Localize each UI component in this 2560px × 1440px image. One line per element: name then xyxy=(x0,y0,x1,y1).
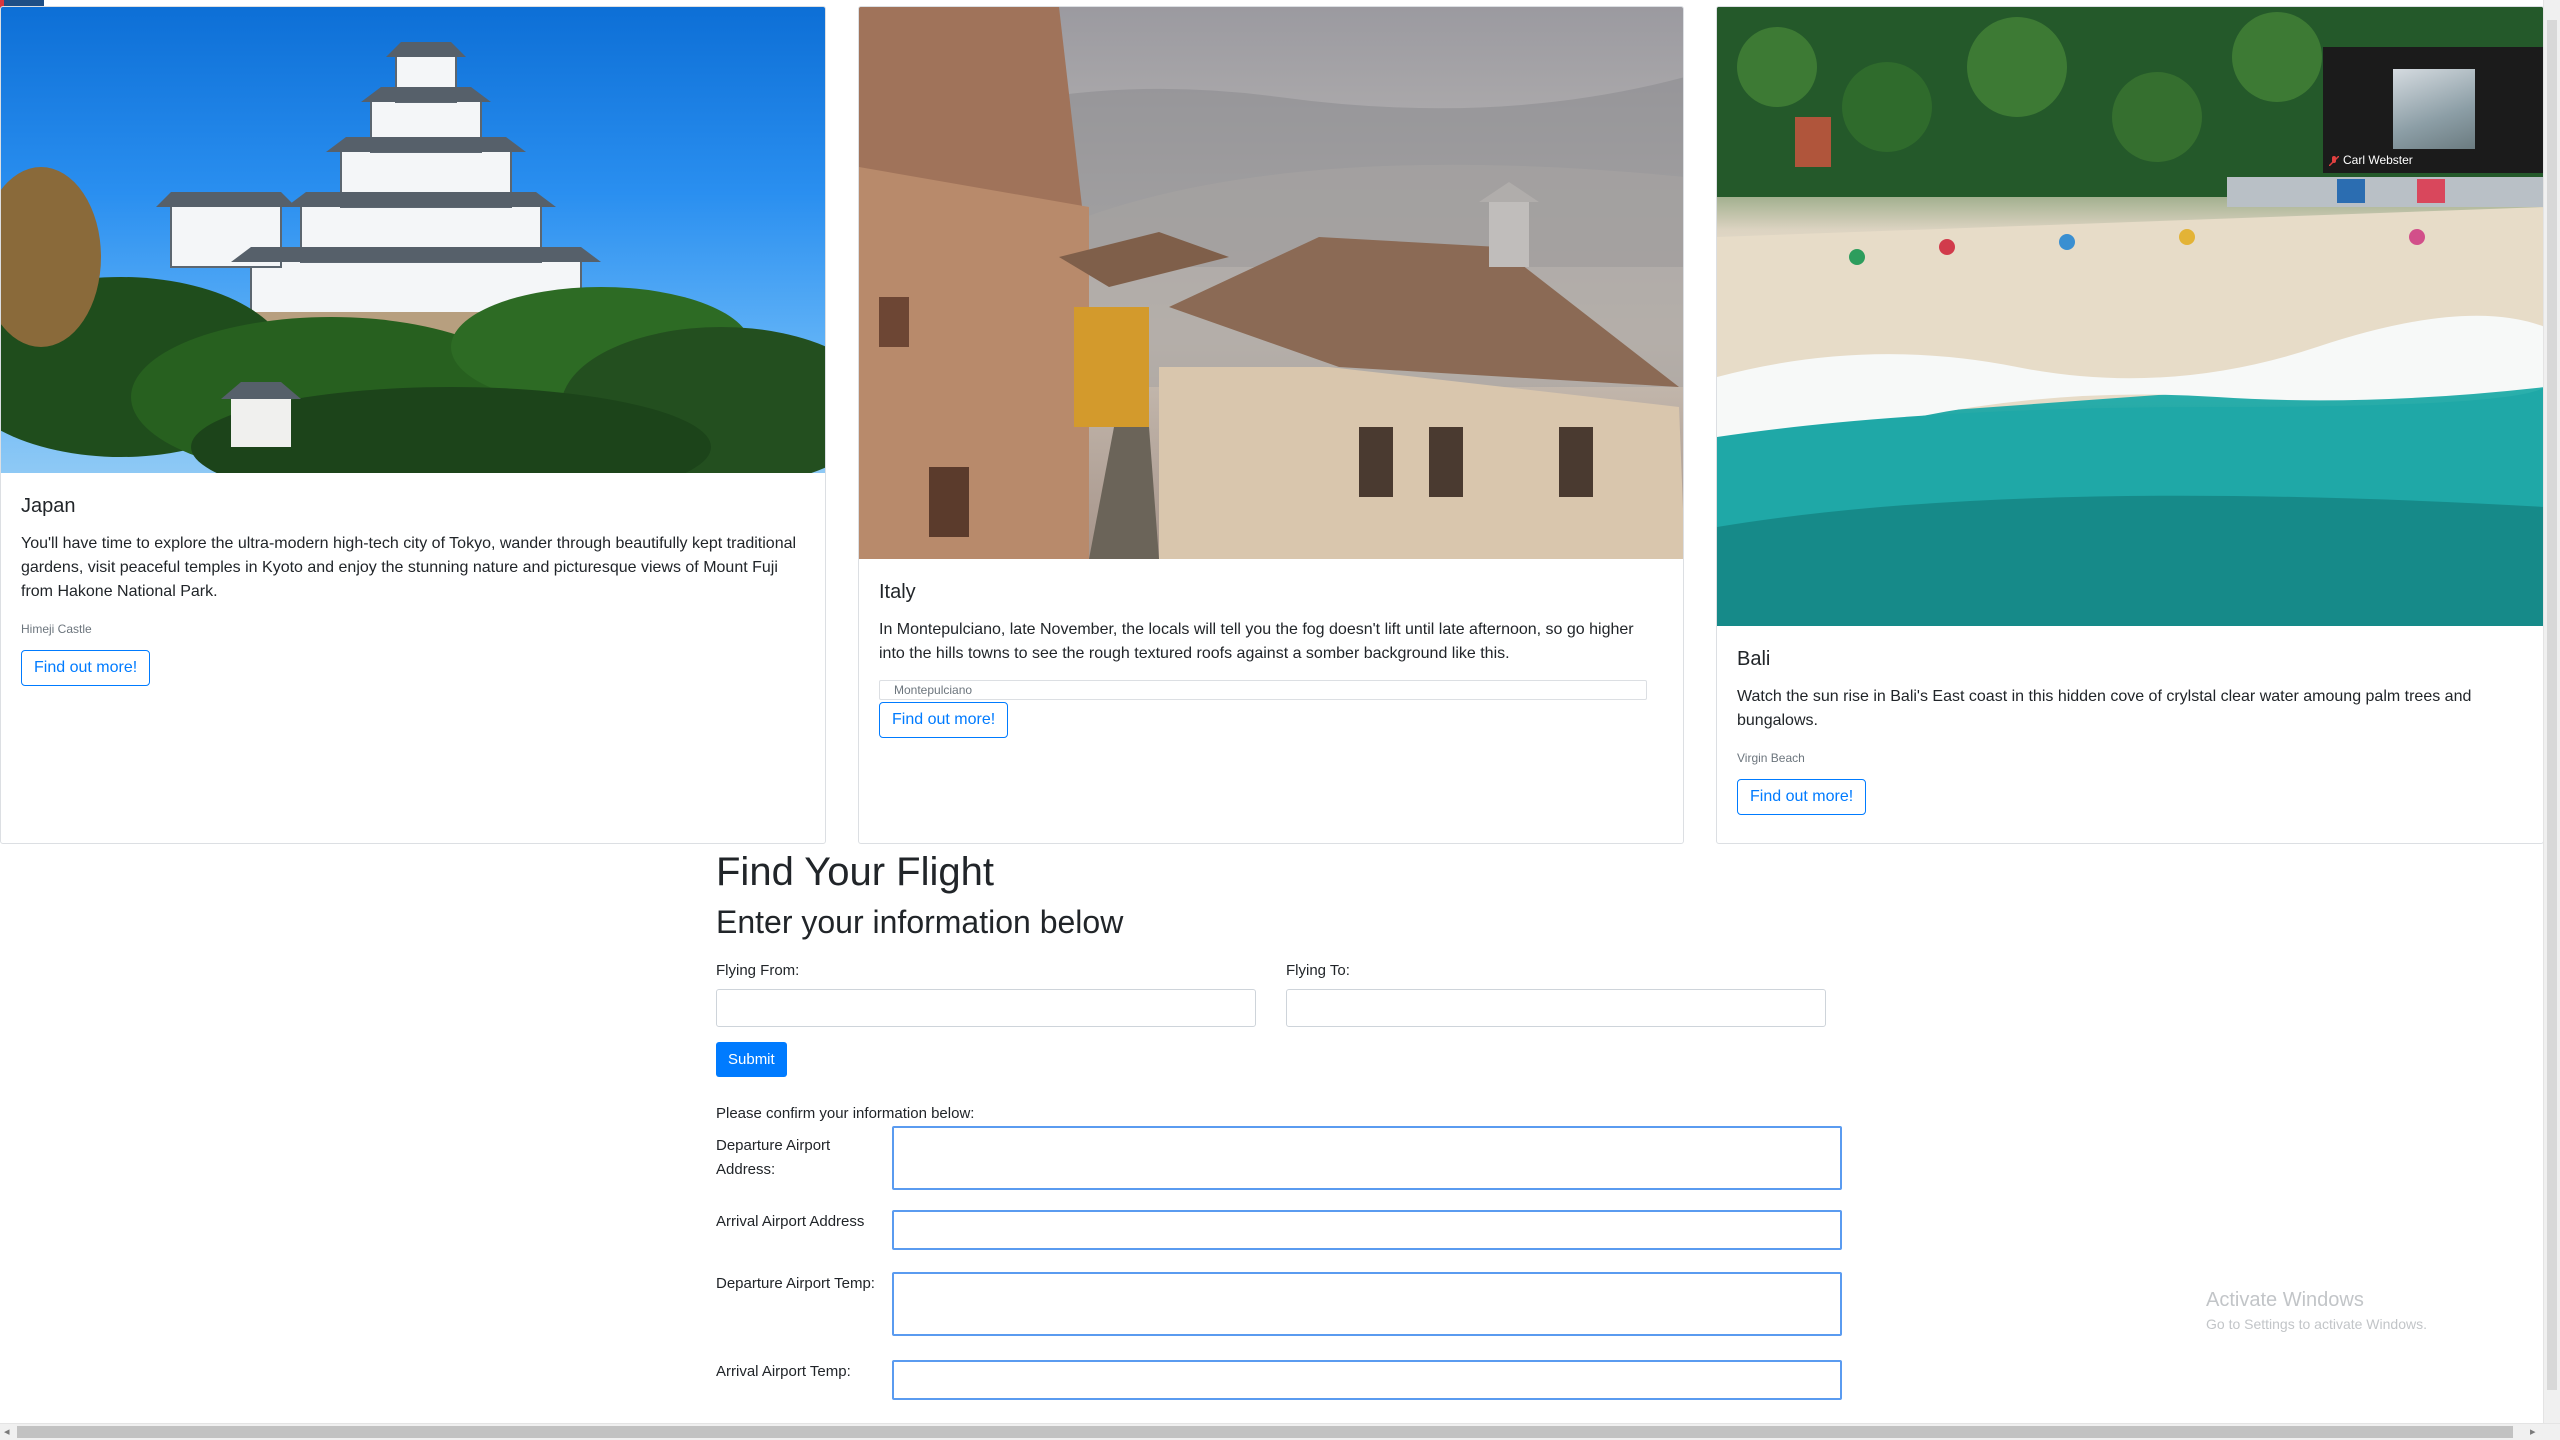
card-title: Bali xyxy=(1737,648,1771,670)
flight-form: Find Your Flight Enter your information … xyxy=(716,846,1846,1400)
card-italy: Italy In Montepulciano, late November, t… xyxy=(858,6,1684,844)
italy-image xyxy=(859,7,1683,559)
flying-from-input[interactable] xyxy=(716,989,1256,1027)
departure-temp-label: Departure Airport Temp: xyxy=(716,1275,875,1292)
departure-address-label: Departure Airport Address: xyxy=(716,1137,831,1178)
scroll-right-arrow-icon[interactable]: ▸ xyxy=(2530,1425,2536,1438)
arrival-address-label: Arrival Airport Address xyxy=(716,1213,865,1230)
participant-avatar xyxy=(2393,69,2475,149)
mic-muted-icon xyxy=(2329,156,2339,166)
find-out-more-button[interactable]: Find out more! xyxy=(21,650,151,686)
card-title: Japan xyxy=(21,495,76,517)
image-caption: Montepulciano xyxy=(894,683,973,697)
card-japan: Japan You'll have time to explore the ul… xyxy=(0,6,826,844)
departure-temp-field[interactable] xyxy=(892,1272,1842,1336)
arrival-temp-label: Arrival Airport Temp: xyxy=(716,1363,851,1380)
horizontal-scrollbar[interactable]: ◂ ▸ xyxy=(0,1423,2560,1440)
activate-windows-watermark: Activate Windows Go to Settings to activ… xyxy=(2206,1289,2427,1332)
card-text: Watch the sun rise in Bali's East coast … xyxy=(1737,688,2472,729)
video-participant-tile[interactable]: Carl Webster xyxy=(2323,47,2545,173)
card-text: You'll have time to explore the ultra-mo… xyxy=(21,535,797,600)
scroll-left-arrow-icon[interactable]: ◂ xyxy=(4,1425,10,1438)
page-subtitle: Enter your information below xyxy=(716,904,1124,940)
find-out-more-button[interactable]: Find out more! xyxy=(879,702,1009,738)
flying-from-label: Flying From: xyxy=(716,962,800,979)
arrival-address-field[interactable] xyxy=(892,1210,1842,1250)
flying-to-label: Flying To: xyxy=(1286,962,1350,979)
page-title: Find Your Flight xyxy=(716,850,994,894)
watermark-title: Activate Windows xyxy=(2206,1289,2364,1311)
arrival-temp-field[interactable] xyxy=(892,1360,1842,1400)
card-title: Italy xyxy=(879,581,916,603)
vertical-scroll-thumb[interactable] xyxy=(2547,20,2557,1390)
confirm-text: Please confirm your information below: xyxy=(716,1105,975,1122)
card-text: In Montepulciano, late November, the loc… xyxy=(879,621,1634,662)
japan-image xyxy=(1,7,825,473)
watermark-subtitle: Go to Settings to activate Windows. xyxy=(2206,1316,2427,1332)
departure-address-field[interactable] xyxy=(892,1126,1842,1190)
vertical-scrollbar[interactable] xyxy=(2543,0,2560,1423)
image-caption-box: Montepulciano xyxy=(879,680,1647,700)
horizontal-scroll-thumb[interactable] xyxy=(17,1426,2513,1438)
find-out-more-button[interactable]: Find out more! xyxy=(1737,779,1867,815)
participant-name: Carl Webster xyxy=(2343,153,2413,167)
image-caption: Himeji Castle xyxy=(21,622,92,636)
image-caption: Virgin Beach xyxy=(1737,751,1805,765)
submit-button[interactable]: Submit xyxy=(716,1042,787,1077)
flying-to-input[interactable] xyxy=(1286,989,1826,1027)
